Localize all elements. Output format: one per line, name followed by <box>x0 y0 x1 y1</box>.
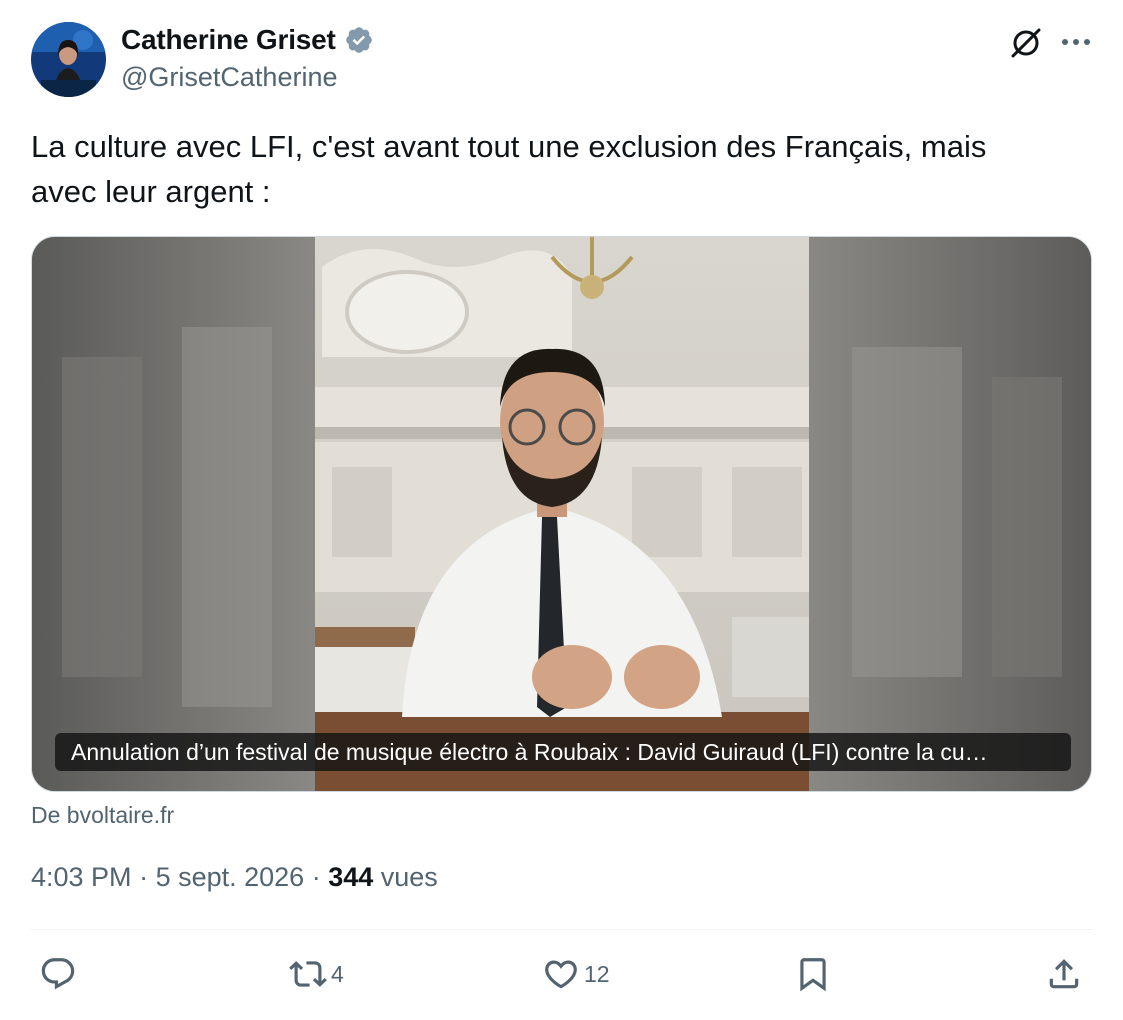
meta-separator: · <box>131 862 156 892</box>
like-button[interactable]: 12 <box>542 948 610 1000</box>
grok-button[interactable] <box>1005 22 1047 64</box>
tweet-time[interactable]: 4:03 PM <box>31 862 132 893</box>
tweet-text: La culture avec LFI, c'est avant tout un… <box>31 129 987 209</box>
author-handle[interactable]: @GrisetCatherine <box>121 62 338 93</box>
retweet-count: 4 <box>331 960 344 987</box>
video-card[interactable]: Annulation d’un festival de musique élec… <box>31 236 1092 792</box>
retweet-button[interactable]: 4 <box>289 948 344 1000</box>
more-options-button[interactable] <box>1055 22 1097 62</box>
video-caption: Annulation d’un festival de musique élec… <box>55 733 1071 771</box>
views-label: vues <box>373 862 438 892</box>
action-bar: 4 12 <box>0 948 1123 1000</box>
avatar[interactable] <box>31 22 106 97</box>
video-thumbnail <box>32 237 1091 791</box>
like-icon <box>545 960 577 989</box>
reply-button[interactable] <box>39 948 81 1000</box>
author-display-name[interactable]: Catherine Griset <box>121 24 336 56</box>
tweet-meta: 4:03 PM · 5 sept. 2026 · 344 vues <box>31 862 438 893</box>
views-count: 344 <box>328 862 374 892</box>
like-count: 12 <box>584 960 610 987</box>
grok-icon <box>1011 28 1041 58</box>
verified-badge-icon <box>345 27 372 53</box>
more-icon <box>1062 39 1090 45</box>
divider <box>31 929 1093 930</box>
bookmark-button[interactable] <box>794 948 832 1000</box>
reply-icon <box>41 958 75 990</box>
share-button[interactable] <box>1045 948 1083 1000</box>
tweet-date[interactable]: 5 sept. 2026 <box>156 862 305 893</box>
meta-separator: · <box>304 862 329 892</box>
media-source-link[interactable]: De bvoltaire.fr <box>31 802 174 829</box>
retweet-icon <box>289 961 327 987</box>
share-icon <box>1049 959 1079 989</box>
bookmark-icon <box>800 958 826 992</box>
